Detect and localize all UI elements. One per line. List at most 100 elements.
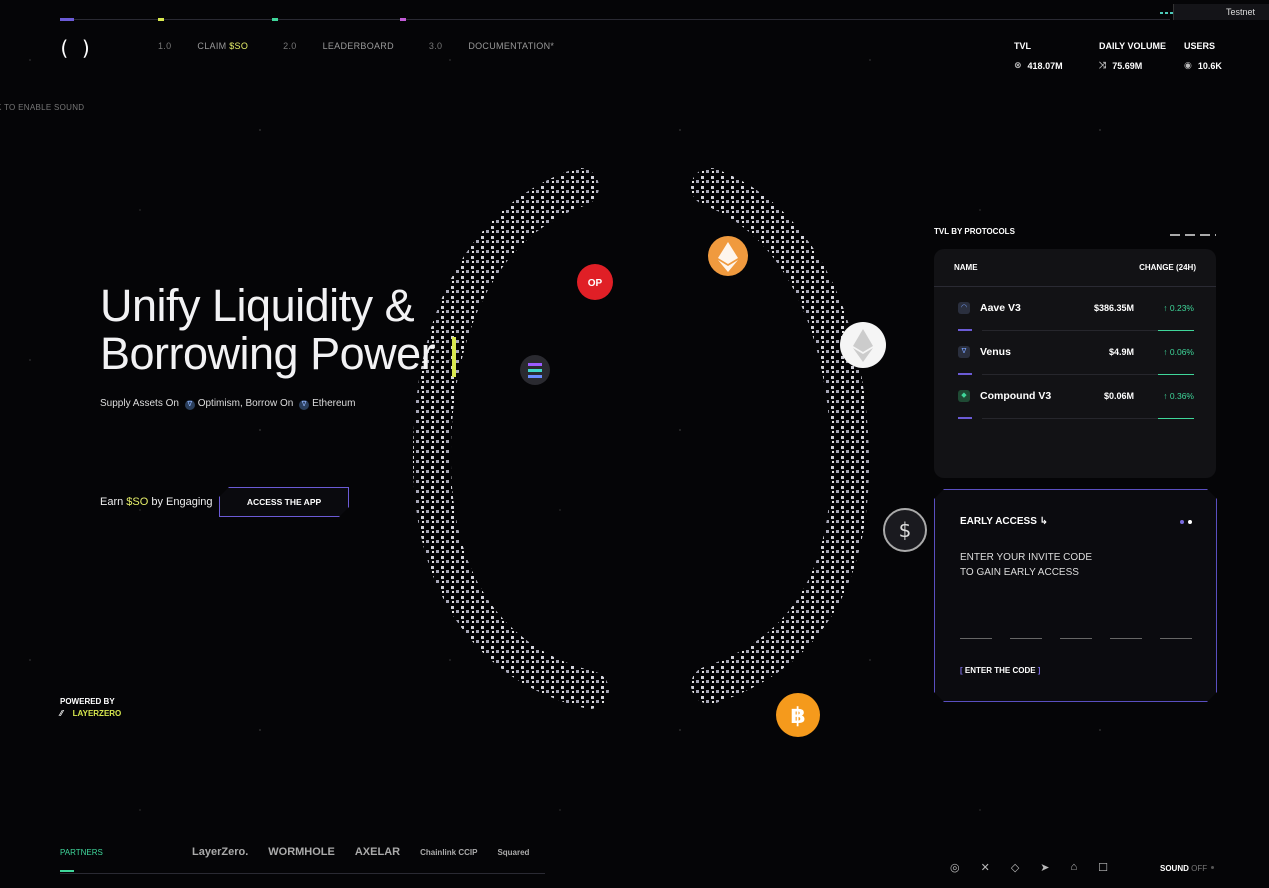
partner-layerzero[interactable]: LayerZero. <box>192 846 248 858</box>
tvl-protocols-title: TVL BY PROTOCOLS <box>934 227 1015 236</box>
svg-text:฿: ฿ <box>790 704 805 729</box>
protocol-amount: $386.35M <box>1093 303 1134 313</box>
stat-label: DAILY VOLUME <box>1099 41 1167 51</box>
instruction-line: ENTER YOUR INVITE CODE <box>960 552 1093 563</box>
code-slot[interactable] <box>960 638 992 639</box>
row-accent <box>1158 418 1194 419</box>
nav-number: 3.0 <box>428 41 443 51</box>
nav-indicator <box>158 18 164 21</box>
ethereum-chain-icon: ∇ <box>299 400 310 410</box>
instruction-line: TO GAIN EARLY ACCESS <box>960 567 1079 578</box>
nav-indicator <box>400 18 406 21</box>
partner-axelar[interactable]: AXELAR <box>355 846 400 858</box>
nav-indicator <box>60 18 74 21</box>
nav-documentation[interactable]: DOCUMENTATION* <box>468 41 554 51</box>
svg-text:$: $ <box>899 518 912 542</box>
table-header: NAME CHANGE (24H) <box>954 263 1196 272</box>
early-access-label: EARLY ACCESS <box>960 516 1037 527</box>
protocol-amount: $0.06M <box>1103 391 1134 401</box>
nav-leaderboard[interactable]: LEADERBOARD <box>323 41 394 51</box>
venus-icon: ∇ <box>958 346 970 358</box>
arrow-return-icon: ↳ <box>1039 516 1049 527</box>
earn-tagline: Earn $SO by Engaging <box>100 496 213 508</box>
ghost-icon[interactable]: ☐ <box>1098 861 1108 874</box>
stat-daily-volume: DAILY VOLUME ⤨ 75.69M <box>1099 41 1184 71</box>
network-indicator <box>1160 12 1174 14</box>
layers-icon: ⊗ <box>1014 60 1022 70</box>
panel-pagination[interactable] <box>1170 234 1216 236</box>
telegram-icon[interactable]: ➤ <box>1040 861 1049 874</box>
nav-label: DOCUMENTATION <box>468 41 551 51</box>
tvl-protocols-panel: NAME CHANGE (24H) ◠ Aave V3 $386.35M ↑ 0… <box>934 249 1216 478</box>
sound-indicator <box>1211 866 1214 869</box>
stat-value: 75.69M <box>1112 60 1143 71</box>
earn-text: by Engaging <box>148 496 213 508</box>
hero-subtitle: Supply Assets On ∇ Optimism, Borrow On ∇ E… <box>100 398 355 410</box>
footer-divider <box>60 873 545 874</box>
sound-state: OFF <box>1191 864 1208 873</box>
global-stats: TVL ⊗ 418.07M DAILY VOLUME ⤨ 75.69M USERS … <box>1014 41 1269 71</box>
social-links: ◎ ✕ ◇ ➤ ⌂ ☐ <box>950 861 1108 874</box>
protocol-name: Compound V3 <box>980 390 1052 402</box>
nav-highlight: $SO <box>229 41 249 51</box>
row-accent <box>958 417 972 419</box>
partner-pi-squared[interactable]: Squared <box>497 848 529 857</box>
x-icon[interactable]: ✕ <box>981 861 990 874</box>
hero-title-line: Unify Liquidity & <box>100 280 415 331</box>
early-access-instructions: ENTER YOUR INVITE CODE TO GAIN EARLY ACC… <box>960 550 1092 580</box>
subtitle-text: Supply Assets On <box>100 398 179 409</box>
subtitle-text: Optimism, Borrow On <box>197 398 294 409</box>
table-row[interactable]: ◆ Compound V3 $0.06M ↑ 0.36% <box>958 374 1194 419</box>
nav-number: 1.0 <box>158 41 172 51</box>
nav-claim[interactable]: CLAIM $SO <box>197 41 248 51</box>
invite-code-input[interactable] <box>960 638 1192 639</box>
brand-logo[interactable]: ( ) <box>58 36 92 60</box>
access-app-button[interactable]: ACCESS THE APP <box>219 487 349 517</box>
compound-icon: ◆ <box>958 390 970 402</box>
code-slot[interactable] <box>1060 638 1092 639</box>
network-label: Testnet <box>1225 7 1255 17</box>
protocol-change: ↑ 0.36% <box>1163 391 1194 401</box>
earn-text: Earn <box>100 496 127 508</box>
powered-by: POWERED BY ⁄⁄ LAYERZERO <box>60 697 121 718</box>
stat-users: USERS ◉ 10.6K <box>1184 41 1269 71</box>
sound-label: SOUND <box>1160 864 1189 873</box>
nav-number: 2.0 <box>283 41 297 51</box>
code-slot[interactable] <box>1010 638 1042 639</box>
hero-title-line: Borrowing Power <box>100 328 436 379</box>
enter-code-button[interactable]: [ ENTER THE CODE ] <box>960 666 1040 675</box>
code-slot[interactable] <box>1160 638 1192 639</box>
table-row[interactable]: ◠ Aave V3 $386.35M ↑ 0.23% <box>958 286 1194 331</box>
stat-value: 10.6K <box>1197 60 1222 71</box>
protocol-change: ↑ 0.23% <box>1163 303 1194 313</box>
subtitle-text: Ethereum <box>312 398 356 409</box>
sound-toggle[interactable]: SOUND OFF <box>1160 864 1207 873</box>
enter-code-label: ENTER THE CODE <box>964 666 1036 675</box>
swap-icon: ⤨ <box>1099 60 1107 70</box>
powered-name[interactable]: LAYERZERO <box>73 709 122 718</box>
early-access-title[interactable]: EARLY ACCESS ↳ <box>960 516 1048 527</box>
eye-icon: ◉ <box>1184 60 1192 70</box>
stat-label: USERS <box>1184 41 1216 51</box>
network-badge[interactable]: Testnet <box>1173 4 1269 20</box>
protocol-change: ↑ 0.06% <box>1163 347 1194 357</box>
powered-label: POWERED BY <box>60 697 115 706</box>
column-header-name: NAME <box>954 263 978 272</box>
table-row[interactable]: ∇ Venus $4.9M ↑ 0.06% <box>958 330 1194 375</box>
svg-text:OP: OP <box>588 278 603 289</box>
stat-value: 418.07M <box>1027 60 1063 71</box>
stat-label: TVL <box>1014 41 1031 51</box>
sound-hint[interactable]: K TO ENABLE SOUND <box>0 103 84 112</box>
hero-title: Unify Liquidity & Borrowing Power <box>100 280 436 379</box>
discord-icon[interactable]: ◎ <box>950 861 960 874</box>
main-nav: 1.0 CLAIM $SO 2.0 LEADERBOARD 3.0 DOCUME… <box>158 41 589 51</box>
code-slot[interactable] <box>1110 638 1142 639</box>
protocol-name: Venus <box>980 346 1011 358</box>
gitbook-icon[interactable]: ◇ <box>1011 861 1019 874</box>
partners-accent <box>60 870 74 872</box>
partner-chainlink[interactable]: Chainlink CCIP <box>420 848 477 857</box>
github-icon[interactable]: ⌂ <box>1071 861 1078 874</box>
partner-wormhole[interactable]: WORMHOLE <box>268 846 335 858</box>
external-link-icon: * <box>550 41 555 51</box>
partners-label: PARTNERS <box>60 848 103 857</box>
